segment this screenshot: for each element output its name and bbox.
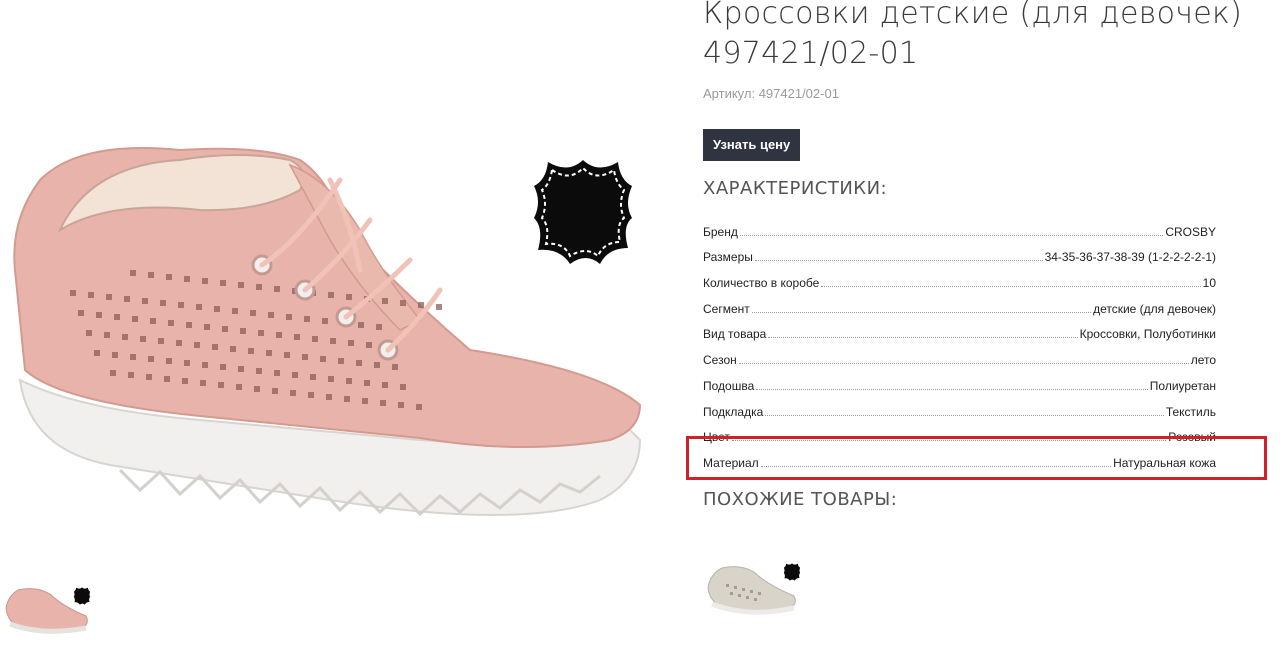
spec-row-sizes: Размеры 34-35-36-37-38-39 (1-2-2-2-2-1) xyxy=(703,239,1216,265)
spec-key: Сегмент xyxy=(703,301,750,316)
similar-products-heading: ПОХОЖИЕ ТОВАРЫ: xyxy=(703,489,898,510)
spec-value: детские (для девочек) xyxy=(1093,301,1216,316)
spec-value: 34-35-36-37-38-39 (1-2-2-2-2-1) xyxy=(1044,250,1216,265)
spec-value: Полиуретан xyxy=(1149,378,1216,393)
material-highlight-box xyxy=(686,436,1267,480)
spec-key: Сезон xyxy=(703,353,737,368)
spec-value: CROSBY xyxy=(1165,224,1216,239)
spec-row-lining: Подкладка Текстиль xyxy=(703,393,1216,419)
spec-row-product-type: Вид товара Кроссовки, Полуботинки xyxy=(703,316,1216,342)
product-title-line1: Кроссовки детские (для девочек) xyxy=(703,0,1243,31)
spec-row-brand: Бренд CROSBY xyxy=(703,213,1216,239)
spec-value: 10 xyxy=(1202,276,1216,291)
spec-dots xyxy=(765,414,1164,416)
spec-dots xyxy=(756,388,1148,390)
spec-dots xyxy=(754,260,1043,262)
spec-key: Подошва xyxy=(703,378,755,393)
spec-key: Вид товара xyxy=(703,327,767,342)
leather-hide-icon xyxy=(534,160,632,264)
similar-product-leather-icon xyxy=(783,563,801,581)
spec-row-sole: Подошва Полиуретан xyxy=(703,367,1216,393)
spec-row-box-quantity: Количество в коробе 10 xyxy=(703,264,1216,290)
spec-key: Количество в коробе xyxy=(703,276,820,291)
spec-value: Кроссовки, Полуботинки xyxy=(1079,327,1216,342)
spec-key: Размеры xyxy=(703,250,753,265)
spec-row-season: Сезон лето xyxy=(703,341,1216,367)
specs-heading: ХАРАКТЕРИСТИКИ: xyxy=(703,178,888,199)
spec-value: лето xyxy=(1190,353,1216,368)
spec-key: Подкладка xyxy=(703,404,764,419)
spec-row-segment: Сегмент детские (для девочек) xyxy=(703,290,1216,316)
spec-key: Бренд xyxy=(703,224,738,239)
product-title: Кроссовки детские (для девочек) 497421/0… xyxy=(703,0,1263,74)
get-price-button[interactable]: Узнать цену xyxy=(703,129,801,161)
spec-dots xyxy=(821,286,1201,288)
article-number: Артикул: 497421/02-01 xyxy=(703,86,839,101)
spec-dots xyxy=(739,234,1164,236)
gallery-thumbnail-leather-icon[interactable] xyxy=(72,586,92,606)
spec-value: Текстиль xyxy=(1165,404,1216,419)
spec-dots xyxy=(751,311,1092,313)
spec-dots xyxy=(738,363,1189,365)
product-title-line2: 497421/02-01 xyxy=(703,36,919,71)
spec-dots xyxy=(768,337,1078,339)
specs-table: Бренд CROSBY Размеры 34-35-36-37-38-39 (1-… xyxy=(703,213,1216,470)
